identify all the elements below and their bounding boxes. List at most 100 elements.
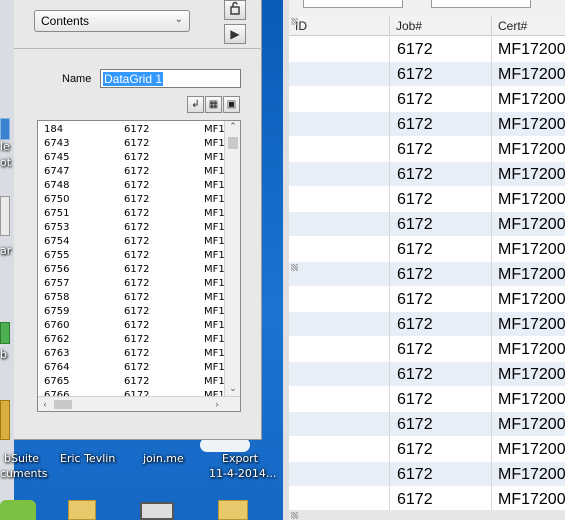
contents-list[interactable]: 184 6172 MF1 6743 6172 MF1 6745 6172 MF1 6747 6172…	[37, 120, 241, 412]
top-field-1[interactable]	[303, 0, 403, 8]
scroll-thumb[interactable]	[228, 137, 238, 149]
desktop-icon-partial-2[interactable]	[0, 196, 10, 236]
list-item[interactable]: 184 6172 MF1	[38, 123, 225, 137]
table-cell: 6172	[390, 312, 492, 337]
green-app-icon[interactable]	[0, 500, 36, 520]
table-cell: 6172	[390, 487, 492, 510]
column-header-cert[interactable]: Cert#	[492, 16, 565, 36]
table-row[interactable]: 6172 MF17200	[289, 487, 565, 510]
desktop-label-export[interactable]: Export	[222, 452, 258, 465]
contents-list-rows: 184 6172 MF1 6743 6172 MF1 6745 6172 MF1 6747 6172…	[38, 123, 225, 403]
table-cell: 6172	[390, 37, 492, 62]
list-item[interactable]: 6760 6172 MF1	[38, 319, 225, 333]
list-item[interactable]: 6750 6172 MF1	[38, 193, 225, 207]
table-cell	[289, 187, 390, 212]
list-item[interactable]: 6757 6172 MF1	[38, 277, 225, 291]
app-logo-icon[interactable]	[140, 502, 174, 520]
scroll-right-icon[interactable]: ›	[210, 397, 224, 411]
contents-vertical-scrollbar[interactable]: ⌃ ⌄	[224, 121, 240, 397]
table-cell: MF17200	[498, 441, 565, 458]
column-header-id[interactable]: ID	[289, 16, 390, 36]
list-cell: 6748	[44, 180, 70, 191]
desktop-label-eric-tevlin[interactable]: Eric Tevlin	[60, 452, 115, 465]
resize-grip-icon[interactable]	[291, 512, 298, 519]
grid-body[interactable]: 6172 MF17200 6172 MF17200 6172 MF17200 6172 MF1…	[289, 37, 565, 510]
folder-icon[interactable]	[68, 500, 96, 520]
desktop-label-documents[interactable]: cuments	[0, 467, 48, 480]
table-row[interactable]: 6172 MF17200	[289, 312, 565, 337]
list-item[interactable]: 6759 6172 MF1	[38, 305, 225, 319]
name-field[interactable]: DataGrid 1	[100, 69, 241, 88]
list-item[interactable]: 6758 6172 MF1	[38, 291, 225, 305]
list-item[interactable]: 6753 6172 MF1	[38, 221, 225, 235]
scroll-up-icon[interactable]: ⌃	[225, 121, 240, 135]
list-item[interactable]: 6747 6172 MF1	[38, 165, 225, 179]
scroll-down-icon[interactable]: ⌄	[225, 383, 240, 397]
horizontal-scroll-thumb[interactable]	[54, 400, 72, 409]
table-row[interactable]: 6172 MF17200	[289, 162, 565, 187]
list-cell: 6172	[124, 124, 150, 135]
list-item[interactable]: 6764 6172 MF1	[38, 361, 225, 375]
table-row[interactable]: 6172 MF17200	[289, 137, 565, 162]
list-item[interactable]: 6751 6172 MF1	[38, 207, 225, 221]
table-row[interactable]: 6172 MF17200	[289, 237, 565, 262]
table-cell	[289, 487, 390, 510]
table-row[interactable]: 6172 MF17200	[289, 212, 565, 237]
table-cell	[289, 287, 390, 312]
list-item[interactable]: 6756 6172 MF1	[38, 263, 225, 277]
object-view-button[interactable]: ▣	[223, 96, 240, 113]
contents-horizontal-scrollbar[interactable]: ‹ ›	[38, 396, 240, 411]
table-cell: MF17200	[498, 291, 565, 308]
list-item[interactable]: 6763 6172 MF1	[38, 347, 225, 361]
desktop-label-joinme[interactable]: join.me	[143, 452, 184, 465]
list-cell: MF1	[204, 278, 225, 289]
column-header-job[interactable]: Job#	[390, 16, 492, 36]
play-button[interactable]: ▶	[224, 24, 246, 44]
table-row[interactable]: 6172 MF17200	[289, 87, 565, 112]
list-item[interactable]: 6765 6172 MF1	[38, 375, 225, 389]
table-row[interactable]: 6172 MF17200	[289, 387, 565, 412]
list-item[interactable]: 6762 6172 MF1	[38, 333, 225, 347]
desktop-label-bsuite[interactable]: bSuite	[4, 452, 39, 465]
desktop-icon-partial-3[interactable]	[0, 322, 10, 344]
list-item[interactable]: 6755 6172 MF1	[38, 249, 225, 263]
table-cell: MF17200	[498, 391, 565, 408]
top-field-2[interactable]	[431, 0, 531, 8]
resize-grip-icon[interactable]	[291, 264, 298, 271]
table-row[interactable]: 6172 MF17200	[289, 362, 565, 387]
table-row[interactable]: 6172 MF17200	[289, 112, 565, 137]
table-row[interactable]: 6172 MF17200	[289, 337, 565, 362]
table-row[interactable]: 6172 MF17200	[289, 187, 565, 212]
table-row[interactable]: 6172 MF17200	[289, 437, 565, 462]
folder-icon[interactable]	[218, 500, 248, 520]
desktop-label-export-date[interactable]: 11-4-2014...	[209, 467, 276, 480]
list-cell: 6745	[44, 152, 70, 163]
name-field-value: DataGrid 1	[103, 72, 164, 86]
table-row[interactable]: 6172 MF17200	[289, 37, 565, 62]
table-row[interactable]: 6172 MF17200	[289, 262, 565, 287]
table-cell	[289, 437, 390, 462]
list-item[interactable]: 6748 6172 MF1	[38, 179, 225, 193]
table-cell: 6172	[390, 437, 492, 462]
inspector-section-dropdown[interactable]: Contents ⌄	[34, 10, 190, 32]
table-cell: MF17200	[498, 266, 565, 283]
wrap-lines-button[interactable]: ↲	[187, 96, 204, 113]
desktop-icon-partial-1[interactable]	[0, 118, 10, 140]
desktop-icon-partial-4[interactable]	[0, 400, 10, 440]
list-cell: MF1	[204, 124, 225, 135]
list-cell: MF1	[204, 180, 225, 191]
table-row[interactable]: 6172 MF17200	[289, 412, 565, 437]
resize-grip-icon[interactable]	[291, 18, 298, 25]
list-item[interactable]: 6743 6172 MF1	[38, 137, 225, 151]
scroll-left-icon[interactable]: ‹	[38, 397, 52, 411]
table-view-button[interactable]: ▦	[205, 96, 222, 113]
table-row[interactable]: 6172 MF17200	[289, 462, 565, 487]
list-item[interactable]: 6754 6172 MF1	[38, 235, 225, 249]
table-row[interactable]: 6172 MF17200	[289, 287, 565, 312]
list-cell: 6756	[44, 264, 70, 275]
table-cell: MF17200	[498, 191, 565, 208]
table-row[interactable]: 6172 MF17200	[289, 62, 565, 87]
list-item[interactable]: 6745 6172 MF1	[38, 151, 225, 165]
list-cell: 6172	[124, 362, 150, 373]
lock-button[interactable]	[224, 0, 246, 20]
